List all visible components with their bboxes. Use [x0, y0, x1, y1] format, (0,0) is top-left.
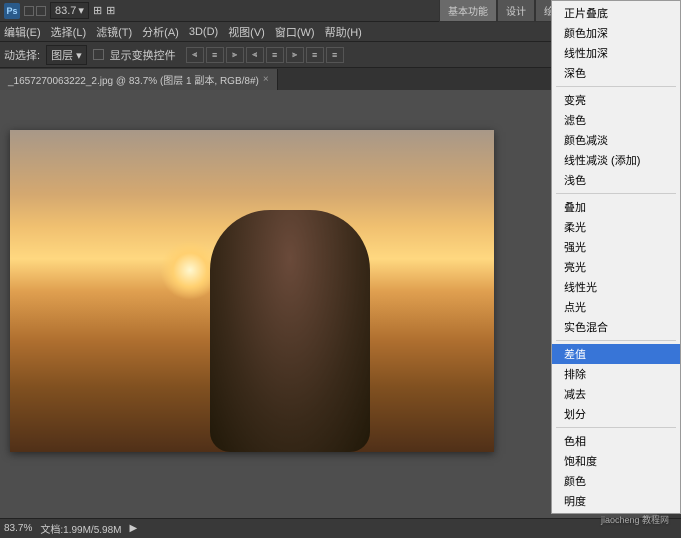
align-top-icon[interactable]: ⫷	[246, 47, 264, 63]
menu-analysis[interactable]: 分析(A)	[142, 24, 179, 40]
blend-overlay[interactable]: 叠加	[552, 197, 680, 217]
menu-3d[interactable]: 3D(D)	[189, 26, 218, 38]
blend-color-burn[interactable]: 颜色加深	[552, 23, 680, 43]
blend-saturation[interactable]: 饱和度	[552, 451, 680, 471]
blend-mode-menu: 正片叠底 颜色加深 线性加深 深色 变亮 滤色 颜色减淡 线性减淡 (添加) 浅…	[551, 0, 681, 514]
distribute-h-icon[interactable]: ≡	[306, 47, 324, 63]
distribute-v-icon[interactable]: ≡	[326, 47, 344, 63]
menu-separator	[556, 193, 676, 194]
app-logo: Ps	[4, 3, 20, 19]
menu-filter[interactable]: 滤镜(T)	[96, 24, 132, 40]
menu-select[interactable]: 选择(L)	[51, 24, 86, 40]
show-transform-label: 显示变换控件	[110, 47, 176, 63]
blend-soft-light[interactable]: 柔光	[552, 217, 680, 237]
auto-select-dropdown[interactable]: 图层 ▾	[46, 45, 87, 65]
blend-color-dodge[interactable]: 颜色减淡	[552, 130, 680, 150]
blend-darker-color[interactable]: 深色	[552, 63, 680, 83]
blend-hard-light[interactable]: 强光	[552, 237, 680, 257]
menu-window[interactable]: 窗口(W)	[275, 24, 315, 40]
align-bottom-icon[interactable]: ⫸	[286, 47, 304, 63]
blend-pin-light[interactable]: 点光	[552, 297, 680, 317]
auto-select-label: 动选择:	[4, 47, 40, 63]
workspace-design-tab[interactable]: 设计	[497, 0, 535, 22]
blend-screen[interactable]: 滤色	[552, 110, 680, 130]
align-left-icon[interactable]: ⫷	[186, 47, 204, 63]
show-transform-checkbox[interactable]	[93, 49, 104, 60]
blend-hard-mix[interactable]: 实色混合	[552, 317, 680, 337]
menu-help[interactable]: 帮助(H)	[325, 24, 362, 40]
blend-color[interactable]: 颜色	[552, 471, 680, 491]
zoom-level[interactable]: 83.7 ▾	[50, 2, 89, 19]
document-tab-title: _1657270063222_2.jpg @ 83.7% (图层 1 副本, R…	[8, 72, 259, 87]
document-canvas[interactable]	[10, 130, 494, 452]
document-tab[interactable]: _1657270063222_2.jpg @ 83.7% (图层 1 副本, R…	[0, 69, 278, 90]
image-content	[210, 210, 370, 452]
status-zoom[interactable]: 83.7%	[4, 523, 32, 534]
menu-separator	[556, 86, 676, 87]
watermark-sub: jiaocheng 教程网	[553, 513, 669, 526]
chevron-down-icon: ▾	[76, 50, 82, 62]
blend-divide[interactable]: 划分	[552, 404, 680, 424]
blend-linear-light[interactable]: 线性光	[552, 277, 680, 297]
blend-luminosity[interactable]: 明度	[552, 491, 680, 511]
nav-back-icon[interactable]	[24, 6, 34, 16]
blend-lighter-color[interactable]: 浅色	[552, 170, 680, 190]
align-center-icon[interactable]: ≡	[206, 47, 224, 63]
workspace-basic-tab[interactable]: 基本功能	[439, 0, 497, 22]
blend-hue[interactable]: 色相	[552, 431, 680, 451]
menu-edit[interactable]: 编辑(E)	[4, 24, 41, 40]
menu-separator	[556, 427, 676, 428]
close-icon[interactable]: ×	[263, 74, 269, 85]
chevron-down-icon: ▾	[78, 4, 84, 17]
menu-view[interactable]: 视图(V)	[228, 24, 265, 40]
align-middle-icon[interactable]: ≡	[266, 47, 284, 63]
view-grid-icon[interactable]: ⊞	[93, 4, 102, 17]
arrow-right-icon[interactable]: ▶	[130, 523, 138, 534]
blend-subtract[interactable]: 减去	[552, 384, 680, 404]
view-extras-icon[interactable]: ⊞	[106, 4, 115, 17]
blend-difference[interactable]: 差值	[552, 344, 680, 364]
blend-linear-burn[interactable]: 线性加深	[552, 43, 680, 63]
menu-separator	[556, 340, 676, 341]
blend-lighten[interactable]: 变亮	[552, 90, 680, 110]
zoom-value: 83.7	[55, 5, 76, 17]
blend-exclusion[interactable]: 排除	[552, 364, 680, 384]
status-doc-size[interactable]: 文档:1.99M/5.98M	[40, 521, 121, 536]
blend-linear-dodge[interactable]: 线性减淡 (添加)	[552, 150, 680, 170]
nav-fwd-icon[interactable]	[36, 6, 46, 16]
blend-multiply[interactable]: 正片叠底	[552, 3, 680, 23]
align-right-icon[interactable]: ⫸	[226, 47, 244, 63]
blend-vivid-light[interactable]: 亮光	[552, 257, 680, 277]
